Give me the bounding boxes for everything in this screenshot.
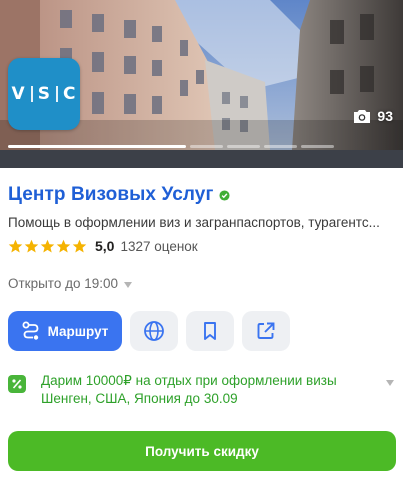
place-category: Помощь в оформлении виз и загранпаспорто… (8, 215, 380, 230)
progress-segment (190, 145, 223, 148)
star-icon (8, 239, 23, 252)
bookmark-button[interactable] (186, 311, 234, 351)
verified-icon (219, 189, 231, 201)
discount-icon (8, 375, 26, 393)
place-title[interactable]: Центр Визовых Услуг (8, 184, 213, 206)
company-logo: VSC (8, 58, 80, 130)
photo-progress (8, 145, 334, 148)
route-icon (22, 321, 39, 340)
get-discount-button[interactable]: Получить скидку (8, 431, 396, 471)
get-discount-label: Получить скидку (145, 443, 259, 459)
share-icon (257, 322, 275, 339)
place-title-row: Центр Визовых Услуг (8, 184, 231, 206)
photo-counter[interactable]: 93 (353, 108, 393, 124)
camera-icon (354, 109, 371, 123)
globe-icon (144, 321, 164, 341)
rating-row[interactable]: 5,0 1327 оценок (8, 238, 198, 254)
star-icon (40, 239, 55, 252)
opening-hours[interactable]: Открыто до 19:00 (8, 276, 133, 291)
bookmark-icon (204, 322, 216, 340)
photo-count-value: 93 (377, 108, 393, 124)
progress-segment (301, 145, 334, 148)
rating-stars (8, 239, 87, 254)
place-photo[interactable]: VSC 93 (0, 0, 403, 168)
website-button[interactable] (130, 311, 178, 351)
promo-banner[interactable]: Дарим 10000₽ на отдых при оформлении виз… (8, 372, 396, 408)
star-icon (24, 239, 39, 252)
star-icon (56, 239, 71, 252)
promo-text: Дарим 10000₽ на отдых при оформлении виз… (41, 373, 337, 406)
star-icon (72, 239, 87, 252)
progress-segment (227, 145, 260, 148)
route-button[interactable]: Маршрут (8, 311, 122, 351)
reviews-count[interactable]: 1327 оценок (120, 239, 197, 254)
route-button-label: Маршрут (47, 323, 109, 339)
action-buttons: Маршрут (8, 311, 290, 351)
share-button[interactable] (242, 311, 290, 351)
logo-lettering: VSC (11, 84, 77, 104)
chevron-down-icon (386, 380, 394, 386)
chevron-down-icon (124, 281, 133, 288)
hours-status: Открыто до 19:00 (8, 276, 119, 291)
rating-value: 5,0 (95, 238, 115, 254)
progress-segment (264, 145, 297, 148)
progress-segment (8, 145, 186, 148)
